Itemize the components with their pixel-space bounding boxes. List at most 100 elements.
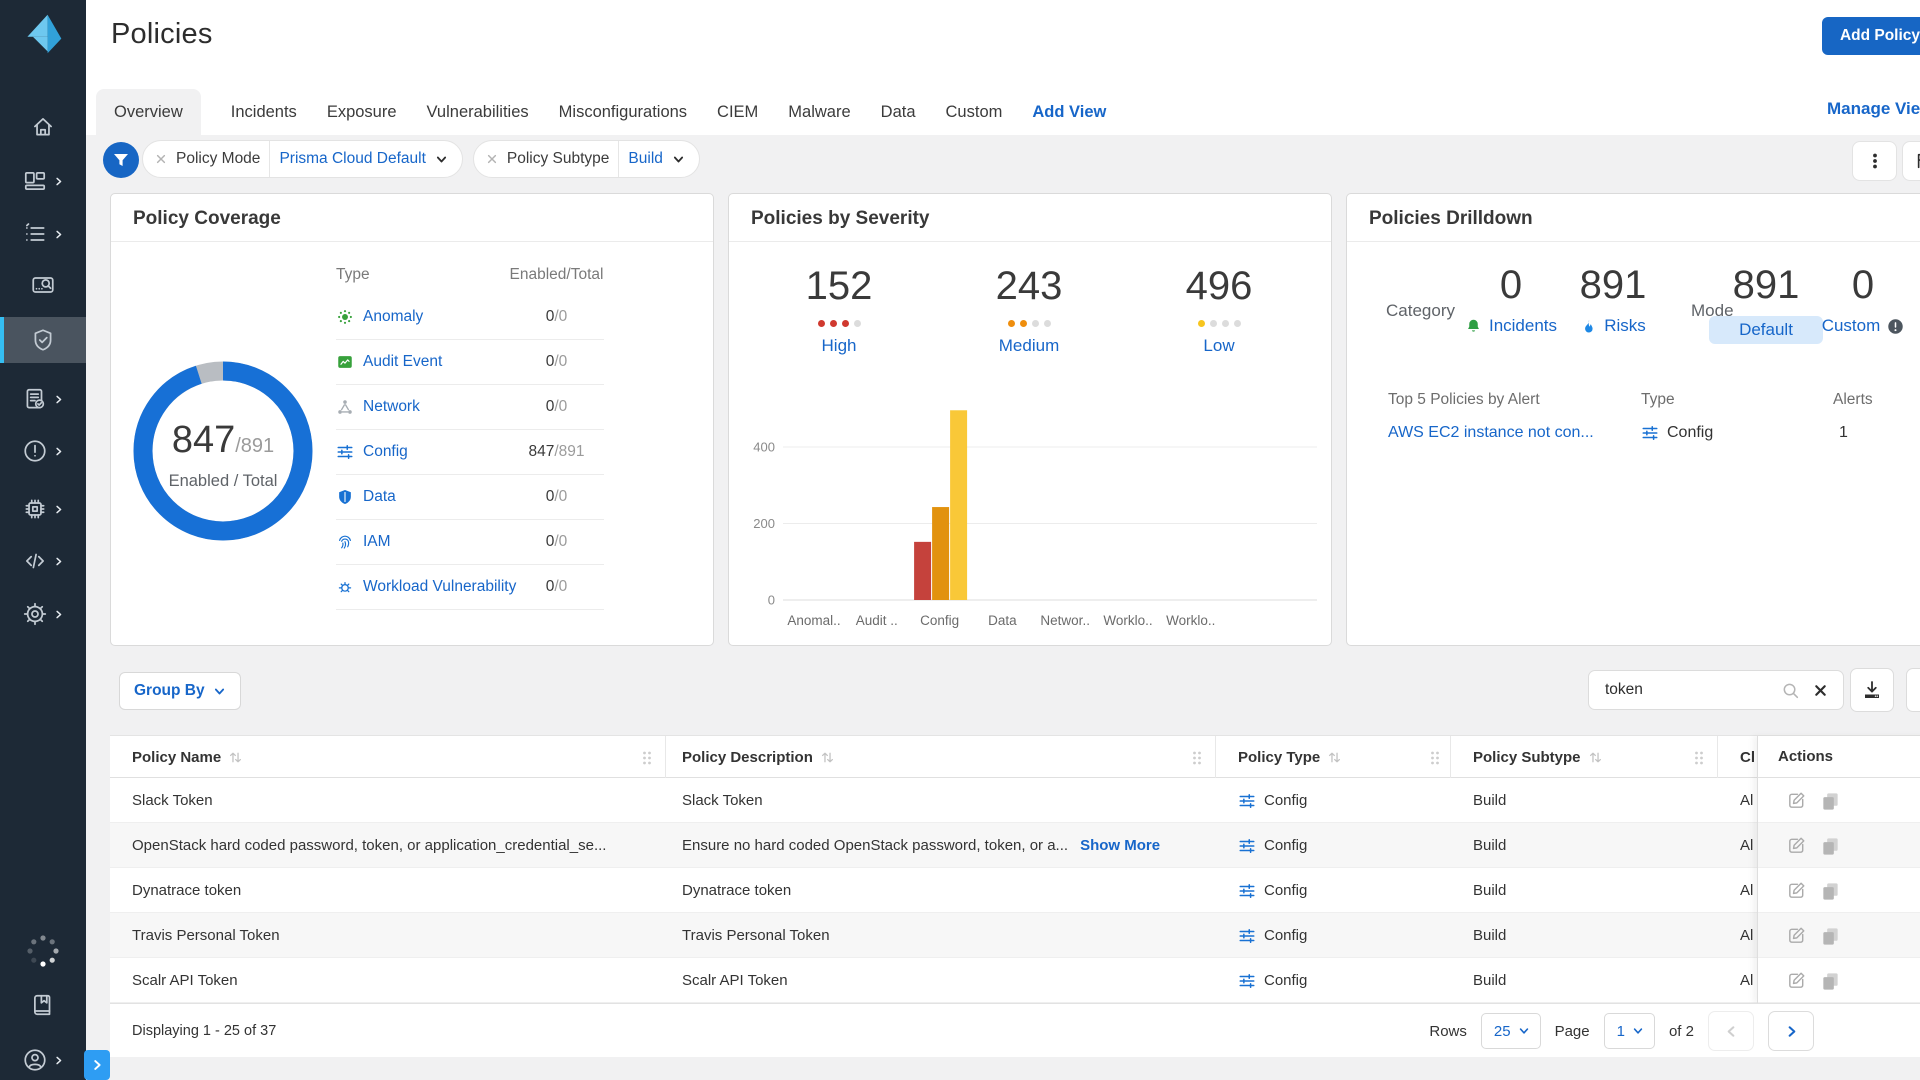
tab-malware[interactable]: Malware: [788, 89, 850, 135]
filter-chip-value[interactable]: Build: [628, 150, 662, 168]
column-header-policy-subtype[interactable]: Policy Subtype: [1473, 736, 1603, 778]
sidebar-item-investigate[interactable]: [0, 262, 86, 308]
severity-link-medium[interactable]: Medium: [959, 336, 1099, 356]
sort-icon[interactable]: [1327, 750, 1342, 765]
coverage-type-link[interactable]: Audit Event: [363, 353, 442, 371]
download-button[interactable]: [1850, 668, 1894, 712]
sort-icon[interactable]: [1588, 750, 1603, 765]
tab-exposure[interactable]: Exposure: [327, 89, 397, 135]
column-header-policy-description[interactable]: Policy Description: [682, 736, 835, 778]
tab-custom[interactable]: Custom: [946, 89, 1003, 135]
group-by-button[interactable]: Group By: [119, 672, 241, 710]
add-policy-button[interactable]: Add Policy: [1822, 17, 1920, 55]
prisma-cloud-logo[interactable]: [21, 12, 65, 56]
sidebar-item-home[interactable]: [0, 104, 86, 150]
sidebar-item-profile[interactable]: [0, 1037, 86, 1080]
tab-data[interactable]: Data: [881, 89, 916, 135]
sidebar-item-policies[interactable]: [0, 317, 86, 363]
sidebar-item-inventory[interactable]: [0, 211, 86, 257]
show-more-link[interactable]: Show More: [1080, 837, 1160, 854]
filter-chip-value[interactable]: Prisma Cloud Default: [279, 150, 425, 168]
tab-vulnerabilities[interactable]: Vulnerabilities: [427, 89, 529, 135]
page-select[interactable]: 1: [1604, 1013, 1655, 1049]
clone-policy-icon[interactable]: [1820, 835, 1841, 856]
chevron-down-icon[interactable]: [435, 153, 448, 166]
clone-policy-icon[interactable]: [1820, 880, 1841, 901]
policy-name-cell[interactable]: Scalr API Token: [132, 958, 238, 1003]
chevron-left-icon: [1724, 1024, 1739, 1039]
stat-label-custom[interactable]: Custom: [1788, 316, 1920, 336]
previous-page-button[interactable]: [1708, 1011, 1754, 1051]
edit-policy-icon[interactable]: [1786, 880, 1807, 901]
sidebar-item-alerts[interactable]: [0, 428, 86, 474]
edit-policy-icon[interactable]: [1786, 790, 1807, 811]
edit-policy-icon[interactable]: [1786, 970, 1807, 991]
sidebar-item-settings[interactable]: [0, 591, 86, 637]
severity-link-low[interactable]: Low: [1149, 336, 1289, 356]
policy-name-cell[interactable]: Dynatrace token: [132, 868, 241, 913]
column-settings-button[interactable]: [1906, 668, 1920, 712]
sort-icon[interactable]: [228, 750, 243, 765]
column-header-policy-name[interactable]: Policy Name: [132, 736, 243, 778]
rows-per-page-select[interactable]: 25: [1481, 1013, 1541, 1049]
column-grip-icon[interactable]: [1190, 749, 1204, 767]
coverage-type-link[interactable]: IAM: [363, 533, 391, 551]
tab-overview[interactable]: Overview: [96, 89, 201, 135]
severity-dot: [1234, 320, 1241, 327]
sort-icon[interactable]: [820, 750, 835, 765]
clone-policy-icon[interactable]: [1820, 925, 1841, 946]
table-header-row: Policy Name Policy Description Policy Type…: [110, 736, 1920, 778]
sidebar-item-tutorials[interactable]: [0, 982, 86, 1028]
clone-policy-icon[interactable]: [1820, 790, 1841, 811]
policy-link[interactable]: AWS EC2 instance not con...: [1388, 424, 1594, 442]
tab-add-view[interactable]: Add View: [1032, 89, 1106, 135]
sidebar-item-compute[interactable]: [0, 486, 86, 532]
clone-policy-icon[interactable]: [1820, 970, 1841, 991]
clear-search-icon[interactable]: [1813, 683, 1828, 698]
severity-link-high[interactable]: High: [769, 336, 909, 356]
manage-views-link[interactable]: Manage Vie: [1827, 99, 1920, 119]
policy-name-cell[interactable]: Slack Token: [132, 778, 213, 823]
sidebar-expand-button[interactable]: [84, 1050, 110, 1080]
severity-bar-chart[interactable]: 0200400Anomal..Audit ..ConfigDataNetwor.…: [729, 401, 1333, 647]
coverage-type-link[interactable]: Anomaly: [363, 308, 423, 326]
column-grip-icon[interactable]: [640, 749, 654, 767]
stat-label-risks[interactable]: Risks: [1538, 316, 1688, 336]
filter-options-button[interactable]: [1852, 141, 1897, 181]
sidebar-item-compliance[interactable]: [0, 376, 86, 422]
drilldown-stat-custom: 0Custom: [1788, 262, 1920, 336]
remove-filter-icon[interactable]: [155, 153, 167, 165]
tab-misconfigurations[interactable]: Misconfigurations: [559, 89, 687, 135]
column-grip-icon[interactable]: [1428, 749, 1442, 767]
coverage-type-link[interactable]: Network: [363, 398, 420, 416]
stat-link[interactable]: Custom: [1822, 316, 1881, 336]
remove-filter-icon[interactable]: [486, 153, 498, 165]
coverage-row-workload-vulnerability: Workload Vulnerability0/0: [336, 565, 604, 610]
column-header-cl[interactable]: Cl: [1740, 736, 1758, 778]
sidebar-item-dashboards[interactable]: [0, 158, 86, 204]
search-input[interactable]: [1605, 671, 1765, 709]
coverage-type-link[interactable]: Data: [363, 488, 396, 506]
svg-text:Anomal..: Anomal..: [787, 613, 840, 628]
stat-link[interactable]: Risks: [1604, 316, 1646, 336]
edit-policy-icon[interactable]: [1786, 835, 1807, 856]
chevron-down-icon[interactable]: [672, 153, 685, 166]
policy-name-cell[interactable]: OpenStack hard coded password, token, or…: [132, 823, 606, 868]
total-count: /0: [554, 353, 567, 370]
next-page-button[interactable]: [1768, 1011, 1814, 1051]
edit-policy-icon[interactable]: [1786, 925, 1807, 946]
tab-incidents[interactable]: Incidents: [231, 89, 297, 135]
sidebar-item-code-security[interactable]: [0, 538, 86, 584]
sidebar-item-loading[interactable]: [0, 928, 86, 974]
column-grip-icon[interactable]: [1692, 749, 1706, 767]
type-header: Type: [1641, 391, 1675, 409]
policy-name-cell[interactable]: Travis Personal Token: [132, 913, 280, 958]
column-header-policy-type[interactable]: Policy Type: [1238, 736, 1342, 778]
stat-link[interactable]: Default: [1739, 320, 1793, 340]
coverage-type-link[interactable]: Config: [363, 443, 408, 461]
coverage-type-link[interactable]: Workload Vulnerability: [363, 578, 516, 596]
filter-funnel-button[interactable]: [103, 142, 139, 178]
tab-ciem[interactable]: CIEM: [717, 89, 758, 135]
page-title: Policies: [111, 18, 213, 51]
saved-views-button[interactable]: [1902, 141, 1920, 181]
